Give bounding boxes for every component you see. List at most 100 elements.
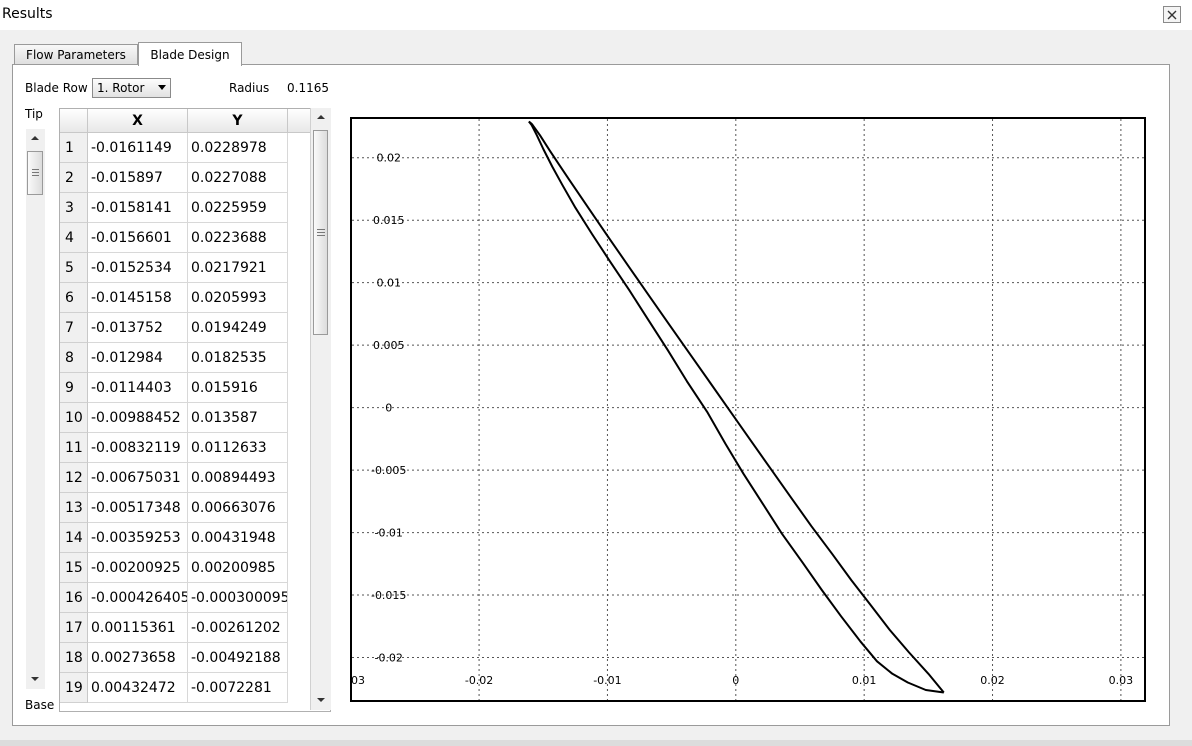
row-number: 12 bbox=[60, 463, 88, 493]
table-row[interactable]: 1 -0.0161149 0.0228978 bbox=[60, 133, 314, 163]
close-button[interactable] bbox=[1163, 6, 1181, 23]
table-row[interactable]: 16 -0.000426405 -0.000300095 bbox=[60, 583, 314, 613]
cell-x[interactable]: -0.0114403 bbox=[88, 373, 188, 403]
table-row[interactable]: 6 -0.0145158 0.0205993 bbox=[60, 283, 314, 313]
x-tick-label: 0 bbox=[732, 674, 739, 687]
y-tick-label: 0.015 bbox=[373, 214, 405, 227]
scroll-down-icon[interactable] bbox=[31, 677, 39, 681]
cell-y[interactable]: 0.0225959 bbox=[188, 193, 288, 223]
tab-blade-design[interactable]: Blade Design bbox=[138, 42, 242, 66]
cell-y[interactable]: 0.0112633 bbox=[188, 433, 288, 463]
cell-x[interactable]: -0.0152534 bbox=[88, 253, 188, 283]
title-bar: Results bbox=[0, 0, 1192, 30]
cell-x[interactable]: 0.00432472 bbox=[88, 673, 188, 703]
row-number: 4 bbox=[60, 223, 88, 253]
row-number: 9 bbox=[60, 373, 88, 403]
table-row[interactable]: 5 -0.0152534 0.0217921 bbox=[60, 253, 314, 283]
table-row[interactable]: 2 -0.015897 0.0227088 bbox=[60, 163, 314, 193]
table-row[interactable]: 10 -0.00988452 0.013587 bbox=[60, 403, 314, 433]
blade-row-label: Blade Row bbox=[25, 81, 88, 95]
table-row[interactable]: 19 0.00432472 -0.0072281 bbox=[60, 673, 314, 703]
table-scroll-thumb[interactable] bbox=[313, 130, 328, 335]
table-row[interactable]: 11 -0.00832119 0.0112633 bbox=[60, 433, 314, 463]
cell-x[interactable]: -0.00359253 bbox=[88, 523, 188, 553]
cell-x[interactable]: -0.00200925 bbox=[88, 553, 188, 583]
cell-x[interactable]: -0.0158141 bbox=[88, 193, 188, 223]
blade-profile-plot[interactable]: -0.03 -0.02 -0.01 0 0.01 0.02 0.03 0.02 0.015 0.0… bbox=[336, 117, 1146, 702]
blade-row-select[interactable]: 1. Rotor bbox=[92, 78, 171, 98]
cell-x[interactable]: -0.00988452 bbox=[88, 403, 188, 433]
scroll-up-icon[interactable] bbox=[317, 115, 325, 119]
cell-y[interactable]: 0.0217921 bbox=[188, 253, 288, 283]
cell-y[interactable]: 0.0194249 bbox=[188, 313, 288, 343]
cell-y[interactable]: 0.013587 bbox=[188, 403, 288, 433]
y-tick-label: 0.02 bbox=[376, 152, 401, 165]
coordinates-table: X Y 1 -0.0161149 0.0228978 2 -0.015897 0.0227… bbox=[59, 108, 331, 712]
combo-arrow-icon bbox=[158, 85, 166, 90]
y-tick-label: -0.015 bbox=[371, 589, 406, 602]
tab-flow-parameters[interactable]: Flow Parameters bbox=[14, 44, 138, 65]
corner-header bbox=[60, 109, 88, 133]
cell-y[interactable]: 0.0227088 bbox=[188, 163, 288, 193]
cell-x[interactable]: -0.00832119 bbox=[88, 433, 188, 463]
cell-y[interactable]: 0.0223688 bbox=[188, 223, 288, 253]
window-bottom-edge bbox=[0, 740, 1192, 746]
cell-x[interactable]: -0.012984 bbox=[88, 343, 188, 373]
cell-y[interactable]: -0.0072281 bbox=[188, 673, 288, 703]
column-header-y[interactable]: Y bbox=[188, 109, 288, 133]
cell-y[interactable]: 0.0205993 bbox=[188, 283, 288, 313]
table-row[interactable]: 14 -0.00359253 0.00431948 bbox=[60, 523, 314, 553]
cell-y[interactable]: -0.00492188 bbox=[188, 643, 288, 673]
cell-y[interactable]: 0.0182535 bbox=[188, 343, 288, 373]
cell-x[interactable]: -0.013752 bbox=[88, 313, 188, 343]
row-number: 8 bbox=[60, 343, 88, 373]
table-row[interactable]: 3 -0.0158141 0.0225959 bbox=[60, 193, 314, 223]
cell-x[interactable]: -0.0145158 bbox=[88, 283, 188, 313]
table-row[interactable]: 12 -0.00675031 0.00894493 bbox=[60, 463, 314, 493]
cell-y[interactable]: -0.000300095 bbox=[188, 583, 288, 613]
table-row[interactable]: 18 0.00273658 -0.00492188 bbox=[60, 643, 314, 673]
table-scrollbar[interactable] bbox=[310, 108, 331, 710]
column-header-x[interactable]: X bbox=[88, 109, 188, 133]
x-tick-label: 0.03 bbox=[1109, 674, 1134, 687]
cell-y[interactable]: 0.00894493 bbox=[188, 463, 288, 493]
cell-x[interactable]: -0.0161149 bbox=[88, 133, 188, 163]
radius-value: 0.1165 bbox=[287, 81, 329, 95]
radial-position-slider[interactable] bbox=[26, 129, 45, 689]
y-tick-label: 0.005 bbox=[373, 339, 405, 352]
table-row[interactable]: 7 -0.013752 0.0194249 bbox=[60, 313, 314, 343]
row-number: 10 bbox=[60, 403, 88, 433]
cell-x[interactable]: -0.00675031 bbox=[88, 463, 188, 493]
cell-y[interactable]: 0.0228978 bbox=[188, 133, 288, 163]
scroll-up-icon[interactable] bbox=[31, 136, 39, 140]
blade-row-value: 1. Rotor bbox=[97, 81, 145, 95]
cell-y[interactable]: 0.00200985 bbox=[188, 553, 288, 583]
close-icon bbox=[1167, 10, 1177, 20]
scroll-down-icon[interactable] bbox=[317, 698, 325, 702]
cell-x[interactable]: -0.0156601 bbox=[88, 223, 188, 253]
cell-y[interactable]: 0.00663076 bbox=[188, 493, 288, 523]
table-row[interactable]: 8 -0.012984 0.0182535 bbox=[60, 343, 314, 373]
cell-y[interactable]: 0.00431948 bbox=[188, 523, 288, 553]
radius-label: Radius bbox=[229, 81, 270, 95]
row-number: 7 bbox=[60, 313, 88, 343]
cell-x[interactable]: -0.00517348 bbox=[88, 493, 188, 523]
row-number: 17 bbox=[60, 613, 88, 643]
cell-y[interactable]: -0.00261202 bbox=[188, 613, 288, 643]
slider-base-label: Base bbox=[25, 698, 55, 712]
cell-x[interactable]: 0.00273658 bbox=[88, 643, 188, 673]
table-row[interactable]: 4 -0.0156601 0.0223688 bbox=[60, 223, 314, 253]
table-row[interactable]: 15 -0.00200925 0.00200985 bbox=[60, 553, 314, 583]
y-tick-label: 0.01 bbox=[376, 277, 401, 290]
table-row[interactable]: 17 0.00115361 -0.00261202 bbox=[60, 613, 314, 643]
table-row[interactable]: 9 -0.0114403 0.015916 bbox=[60, 373, 314, 403]
cell-x[interactable]: -0.015897 bbox=[88, 163, 188, 193]
cell-y[interactable]: 0.015916 bbox=[188, 373, 288, 403]
cell-x[interactable]: 0.00115361 bbox=[88, 613, 188, 643]
x-tick-label: 0.02 bbox=[980, 674, 1005, 687]
cell-x[interactable]: -0.000426405 bbox=[88, 583, 188, 613]
row-number: 1 bbox=[60, 133, 88, 163]
table-row[interactable]: 13 -0.00517348 0.00663076 bbox=[60, 493, 314, 523]
slider-thumb[interactable] bbox=[27, 151, 43, 195]
row-number: 13 bbox=[60, 493, 88, 523]
